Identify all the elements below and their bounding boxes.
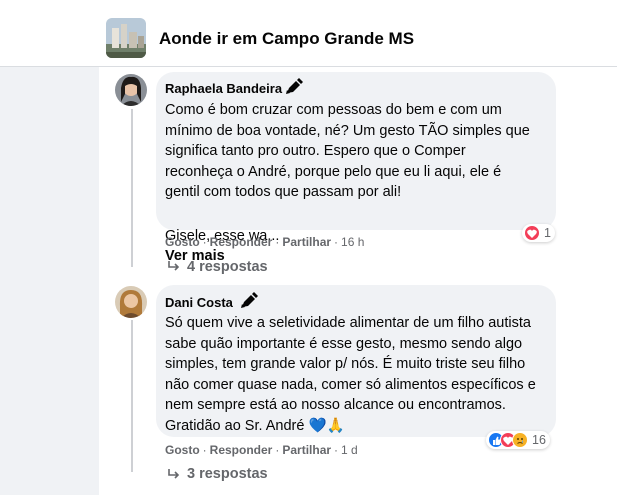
reaction-summary[interactable]: 16 [486, 431, 550, 449]
reaction-count: 1 [544, 226, 551, 240]
comment-text: Só quem vive a seletividade alimentar de… [165, 315, 536, 434]
comment-author[interactable]: Raphaela Bandeira [165, 81, 282, 96]
comment-author[interactable]: Dani Costa [165, 295, 233, 310]
reply-action[interactable]: Responder [210, 235, 273, 249]
view-replies-link[interactable]: 4 respostas [187, 259, 268, 275]
comment-text: Como é bom cruzar com pessoas do bem e c… [165, 102, 530, 200]
separator: · [275, 235, 280, 249]
separator: · [202, 443, 207, 457]
separator: · [334, 235, 339, 249]
comment-timestamp[interactable]: 1 d [341, 443, 358, 457]
love-icon [524, 225, 540, 241]
top-fan-badge-icon [283, 78, 305, 96]
comment-actions: Gosto · Responder · Partilhar · 16 h [165, 235, 364, 249]
view-replies-link[interactable]: 3 respostas [187, 466, 268, 482]
reply-arrow-icon [167, 468, 181, 480]
reply-action[interactable]: Responder [210, 443, 273, 457]
separator: · [334, 443, 339, 457]
avatar[interactable] [115, 286, 147, 318]
comment-actions: Gosto · Responder · Partilhar · 1 d [165, 443, 358, 457]
like-action[interactable]: Gosto [165, 443, 200, 457]
separator: · [275, 443, 280, 457]
thread-line [131, 320, 133, 472]
group-header: Aonde ir em Campo Grande MS [0, 0, 617, 67]
comment-timestamp[interactable]: 16 h [341, 235, 364, 249]
left-frame [0, 67, 99, 495]
thread-line [131, 109, 133, 267]
share-action[interactable]: Partilhar [282, 235, 331, 249]
reaction-count: 16 [532, 433, 546, 447]
reply-arrow-icon [167, 260, 181, 272]
sad-icon [512, 432, 528, 448]
separator: · [202, 235, 207, 249]
top-fan-badge-icon [238, 292, 260, 310]
group-title[interactable]: Aonde ir em Campo Grande MS [159, 29, 414, 49]
like-action[interactable]: Gosto [165, 235, 200, 249]
group-thumbnail[interactable] [106, 18, 146, 58]
share-action[interactable]: Partilhar [282, 443, 331, 457]
reaction-summary[interactable]: 1 [522, 224, 555, 242]
avatar[interactable] [115, 74, 147, 106]
